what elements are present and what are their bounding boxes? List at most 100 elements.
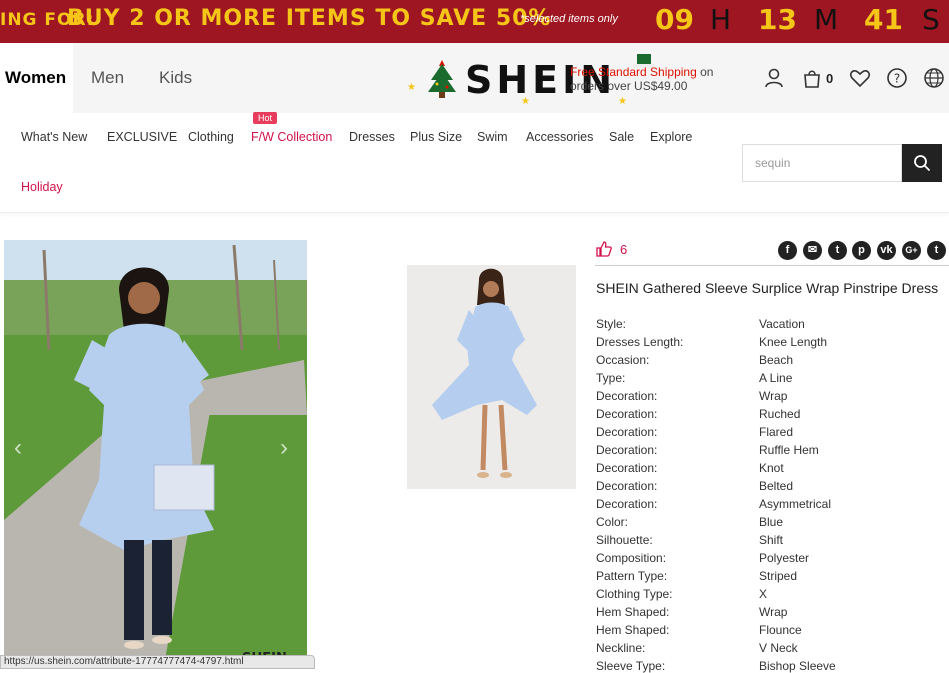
countdown-minutes: 13 [758, 3, 797, 36]
attribute-value[interactable]: Knot [759, 461, 784, 475]
shipping-notice[interactable]: Free Standard Shipping on orders over US… [570, 65, 713, 93]
attribute-value[interactable]: Asymmetrical [759, 497, 831, 511]
attribute-name: Style: [596, 317, 627, 331]
tab-men[interactable]: Men [86, 43, 129, 113]
attribute-value[interactable]: Polyester [759, 551, 809, 565]
star-icon: ★ [407, 82, 416, 93]
star-icon: ★ [521, 96, 530, 107]
countdown-hours: 09 [655, 3, 694, 36]
attribute-value[interactable]: X [759, 587, 767, 601]
tab-women[interactable]: Women [0, 43, 73, 113]
attribute-name: Decoration: [596, 389, 658, 403]
google-plus-icon[interactable]: G+ [902, 241, 921, 260]
menu-item-accessories[interactable]: Accessories [526, 130, 593, 144]
menu-item-clothing[interactable]: Clothing [188, 130, 234, 144]
search-input[interactable] [742, 144, 902, 182]
info-divider [595, 265, 949, 266]
menu-item-sale[interactable]: Sale [609, 130, 634, 144]
search-button[interactable] [902, 144, 942, 182]
tab-men-label: Men [91, 68, 125, 87]
user-icon[interactable] [763, 67, 785, 89]
prev-image-arrow[interactable]: ‹ [14, 434, 22, 462]
attribute-name: Decoration: [596, 479, 658, 493]
countdown-hours-unit: H [710, 3, 732, 36]
menu-item-holiday[interactable]: Holiday [21, 180, 63, 194]
help-icon[interactable]: ? [886, 67, 908, 89]
attribute-name: Hem Shaped: [596, 605, 670, 619]
attribute-value[interactable]: Flounce [759, 623, 802, 637]
shipping-rest: orders over US$49.00 [570, 79, 688, 93]
product-photo-main[interactable]: SHEIN [4, 240, 307, 665]
thumbs-up-icon [596, 241, 612, 257]
attribute-name: Decoration: [596, 461, 658, 475]
menu-item-fw-collection[interactable]: F/W Collection [251, 130, 332, 144]
attribute-value[interactable]: Vacation [759, 317, 805, 331]
attribute-name: Dresses Length: [596, 335, 684, 349]
attribute-value[interactable]: Shift [759, 533, 783, 547]
attribute-value[interactable]: Bishop Sleeve [759, 659, 836, 673]
hot-badge: Hot [253, 112, 278, 124]
attribute-name: Silhouette: [596, 533, 653, 547]
star-icon: ★ [618, 96, 627, 107]
attribute-name: Neckline: [596, 641, 646, 655]
banner-note: *selected items only [520, 13, 618, 25]
shipping-highlight: Free Standard Shipping [570, 65, 697, 79]
attribute-value[interactable]: A Line [759, 371, 792, 385]
next-image-arrow[interactable]: › [280, 434, 288, 462]
like-count: 6 [620, 242, 628, 257]
attribute-name: Pattern Type: [596, 569, 668, 583]
menu-item-exclusive[interactable]: EXCLUSIVE [107, 130, 177, 144]
attribute-value[interactable]: Ruffle Hem [759, 443, 819, 457]
countdown-seconds-unit: S [922, 3, 940, 36]
menu-item-explore[interactable]: Explore [650, 130, 692, 144]
attribute-name: Type: [596, 371, 626, 385]
attribute-name: Color: [596, 515, 629, 529]
promo-banner[interactable]: ING FOR: BUY 2 OR MORE ITEMS TO SAVE 50%… [0, 0, 949, 43]
cart-count: 0 [826, 71, 834, 86]
attribute-value[interactable]: V Neck [759, 641, 798, 655]
banner-promo: BUY 2 OR MORE ITEMS TO SAVE 50% [67, 6, 551, 31]
attribute-name: Decoration: [596, 425, 658, 439]
attribute-value[interactable]: Knee Length [759, 335, 827, 349]
tab-kids[interactable]: Kids [154, 43, 197, 113]
product-photo-thumbnail[interactable] [407, 265, 576, 489]
site-header: Women Men Kids SHEIN ★ ★ ★ Free Standard… [0, 43, 949, 113]
svg-text:?: ? [894, 72, 900, 86]
cart-icon[interactable] [801, 67, 823, 89]
attribute-value[interactable]: Striped [759, 569, 797, 583]
globe-icon[interactable] [923, 67, 945, 89]
attribute-value[interactable]: Ruched [759, 407, 800, 421]
attribute-value[interactable]: Wrap [759, 389, 787, 403]
attribute-name: Occasion: [596, 353, 650, 367]
twitter-icon[interactable]: t [828, 241, 847, 260]
countdown-seconds: 41 [864, 3, 903, 36]
attribute-value[interactable]: Beach [759, 353, 793, 367]
heart-icon[interactable] [849, 67, 871, 89]
search-icon [914, 155, 931, 172]
menu-item-dresses[interactable]: Dresses [349, 130, 395, 144]
attribute-name: Decoration: [596, 407, 658, 421]
menu-item-plus-size[interactable]: Plus Size [410, 130, 462, 144]
status-bar-url: https://us.shein.com/attribute-177747774… [0, 655, 315, 669]
attribute-name: Decoration: [596, 497, 658, 511]
attribute-value[interactable]: Flared [759, 425, 793, 439]
attribute-value[interactable]: Belted [759, 479, 793, 493]
menu-item-whats-new[interactable]: What's New [21, 130, 87, 144]
attribute-value[interactable]: Wrap [759, 605, 787, 619]
facebook-icon[interactable]: f [778, 241, 797, 260]
banner-promo-text: BUY 2 OR MORE ITEMS TO SAVE [67, 6, 488, 31]
attribute-name: Sleeve Type: [596, 659, 666, 673]
vk-icon[interactable]: vk [877, 241, 896, 260]
tab-kids-label: Kids [159, 68, 193, 87]
tumblr-icon[interactable]: t [927, 241, 946, 260]
attribute-name: Hem Shaped: [596, 623, 670, 637]
attribute-value[interactable]: Blue [759, 515, 783, 529]
menu-item-swim[interactable]: Swim [477, 130, 508, 144]
attribute-name: Composition: [596, 551, 667, 565]
model-thumbnail [407, 265, 576, 489]
pinterest-icon[interactable]: p [852, 241, 871, 260]
messenger-icon[interactable]: ✉ [803, 241, 822, 260]
attribute-name: Clothing Type: [596, 587, 673, 601]
christmas-tree-icon [428, 60, 456, 98]
countdown-minutes-unit: M [814, 3, 839, 36]
